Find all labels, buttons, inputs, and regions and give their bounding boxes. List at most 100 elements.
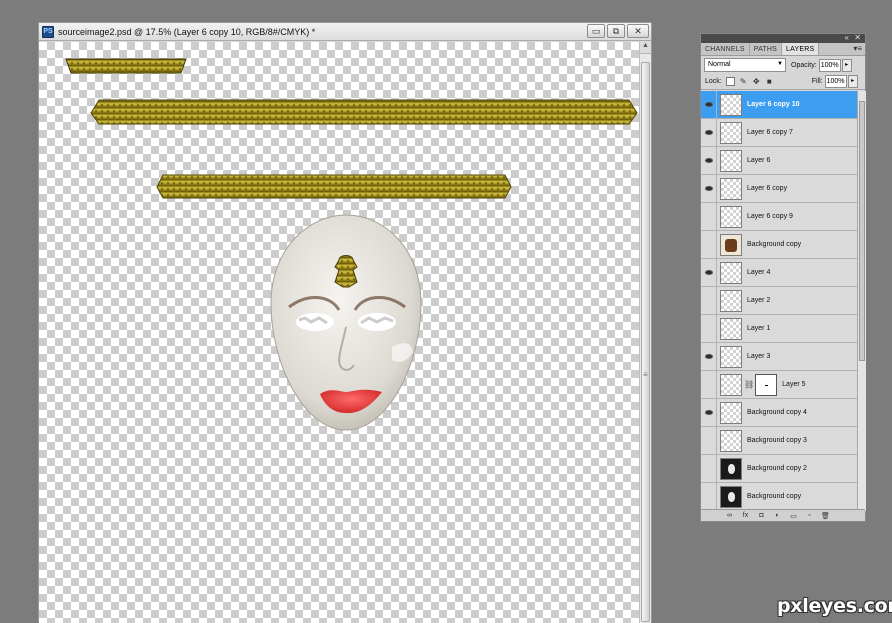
layer-name: Layer 3 [747, 353, 771, 360]
layer-thumbnail [720, 345, 742, 368]
layer-thumbnail [720, 205, 742, 228]
visibility-toggle[interactable] [701, 343, 717, 370]
tab-layers[interactable]: LAYERS [782, 43, 820, 55]
layer-row[interactable]: Layer 4 [701, 259, 857, 287]
minimize-button[interactable]: ▭ [587, 24, 605, 38]
canvas[interactable] [39, 42, 640, 623]
visibility-toggle[interactable] [701, 203, 717, 230]
layer-name: Layer 6 copy 7 [747, 129, 793, 136]
eye-icon [704, 410, 713, 415]
chain-link-icon[interactable]: ⛓ [744, 380, 754, 389]
visibility-toggle[interactable] [701, 427, 717, 454]
blend-mode-select[interactable]: Normal ▼ [704, 58, 786, 72]
visibility-toggle[interactable] [701, 147, 717, 174]
layer-row[interactable]: Background copy 2 [701, 455, 857, 483]
visibility-toggle[interactable] [701, 287, 717, 314]
panel-menu-icon[interactable]: ▾≡ [853, 44, 862, 53]
chevron-down-icon: ▼ [777, 61, 783, 67]
tab-channels[interactable]: CHANNELS [701, 43, 750, 55]
layer-name: Background copy 2 [747, 465, 807, 472]
opacity-label: Opacity: [791, 61, 817, 69]
visibility-toggle[interactable] [701, 175, 717, 202]
layer-row[interactable]: Background copy 3 [701, 427, 857, 455]
restore-button[interactable]: ⧉ [607, 24, 625, 38]
visibility-toggle[interactable] [701, 315, 717, 342]
layer-row[interactable]: Layer 6 copy [701, 175, 857, 203]
panel-footer: ∞ fx ◘ ◐ ▭ ▫ 🗑 [701, 509, 865, 521]
photoshop-icon: PS [42, 25, 54, 38]
fill-arrow-icon[interactable]: ▸ [847, 75, 858, 88]
layer-row[interactable]: ⛓ Layer 5 [701, 371, 857, 399]
fill-label: Fill: [811, 78, 823, 85]
layer-name: Layer 6 copy 9 [747, 213, 793, 220]
scroll-thumb[interactable] [641, 62, 650, 622]
layer-name: Layer 6 copy 10 [747, 101, 800, 108]
layers-scroll-thumb[interactable] [859, 101, 865, 361]
link-layers-icon[interactable]: ∞ [725, 512, 734, 519]
layer-name: Layer 2 [747, 297, 771, 304]
lock-transparent-icon[interactable] [725, 77, 735, 86]
layer-mask-thumbnail[interactable] [755, 373, 778, 396]
lock-pixels-icon[interactable]: ✎ [739, 77, 748, 86]
layer-thumbnail [720, 373, 742, 396]
scroll-up-arrow-icon[interactable]: ▲ [640, 42, 651, 54]
new-layer-icon[interactable]: ▫ [805, 512, 814, 519]
add-mask-icon[interactable]: ◘ [757, 512, 766, 519]
eye-icon [704, 186, 713, 191]
layer-name: Background copy 4 [747, 409, 807, 416]
adjustment-layer-icon[interactable]: ◐ [773, 512, 782, 519]
layer-thumbnail [720, 177, 742, 200]
layer-row[interactable]: Layer 2 [701, 287, 857, 315]
visibility-toggle[interactable] [701, 371, 717, 398]
document-titlebar[interactable]: PS sourceimage2.psd @ 17.5% (Layer 6 cop… [39, 23, 651, 41]
eye-icon [704, 354, 713, 359]
delete-layer-icon[interactable]: 🗑 [821, 512, 830, 520]
layer-thumbnail [720, 401, 742, 424]
gold-bar-top [65, 58, 187, 74]
eye-icon [704, 102, 713, 107]
gold-bar-middle [156, 174, 512, 199]
layer-row[interactable]: Layer 6 copy 7 [701, 119, 857, 147]
visibility-toggle[interactable] [701, 259, 717, 286]
visibility-toggle[interactable] [701, 399, 717, 426]
layer-row[interactable]: Background copy [701, 231, 857, 259]
visibility-toggle[interactable] [701, 91, 717, 118]
document-window: PS sourceimage2.psd @ 17.5% (Layer 6 cop… [38, 22, 652, 623]
layer-name: Layer 5 [782, 381, 806, 388]
close-button[interactable]: ✕ [627, 24, 649, 38]
visibility-toggle[interactable] [701, 119, 717, 146]
layer-thumbnail [720, 149, 742, 172]
layer-name: Layer 6 copy [747, 185, 788, 192]
layer-name: Layer 4 [747, 269, 771, 276]
close-panel-icon[interactable]: ✕ [854, 33, 861, 42]
blend-opacity-row: Normal ▼ Opacity: 100% ▸ [701, 56, 865, 74]
vertical-scrollbar[interactable]: ▲ [639, 42, 651, 623]
layer-row[interactable]: Layer 3 [701, 343, 857, 371]
layer-style-icon[interactable]: fx [741, 512, 750, 519]
layer-row[interactable]: Layer 6 copy 10 [701, 91, 857, 119]
layer-row[interactable]: Background copy [701, 483, 857, 511]
eye-icon [704, 158, 713, 163]
layers-scrollbar[interactable] [857, 91, 866, 511]
opacity-arrow-icon[interactable]: ▸ [841, 58, 852, 72]
visibility-toggle[interactable] [701, 455, 717, 482]
lock-all-icon[interactable]: ■ [765, 77, 774, 86]
collapse-panel-icon[interactable]: « [845, 33, 849, 42]
tab-paths[interactable]: PATHS [750, 43, 783, 55]
layer-name: Background copy [747, 241, 802, 248]
layer-name: Background copy [747, 493, 802, 500]
layer-name: Layer 1 [747, 325, 771, 332]
panel-topbar: « ✕ [701, 33, 865, 43]
split-handle-icon[interactable]: ≡ [643, 370, 648, 379]
visibility-toggle[interactable] [701, 483, 717, 510]
layer-row[interactable]: Layer 6 [701, 147, 857, 175]
fill-field[interactable]: 100% [824, 75, 847, 88]
new-group-icon[interactable]: ▭ [789, 512, 798, 520]
visibility-toggle[interactable] [701, 231, 717, 258]
lock-position-icon[interactable]: ✥ [752, 77, 761, 86]
opacity-field[interactable]: 100% [818, 58, 841, 72]
layer-row[interactable]: Layer 6 copy 9 [701, 203, 857, 231]
layer-row[interactable]: Layer 1 [701, 315, 857, 343]
layer-row[interactable]: Background copy 4 [701, 399, 857, 427]
layer-thumbnail [720, 485, 742, 508]
